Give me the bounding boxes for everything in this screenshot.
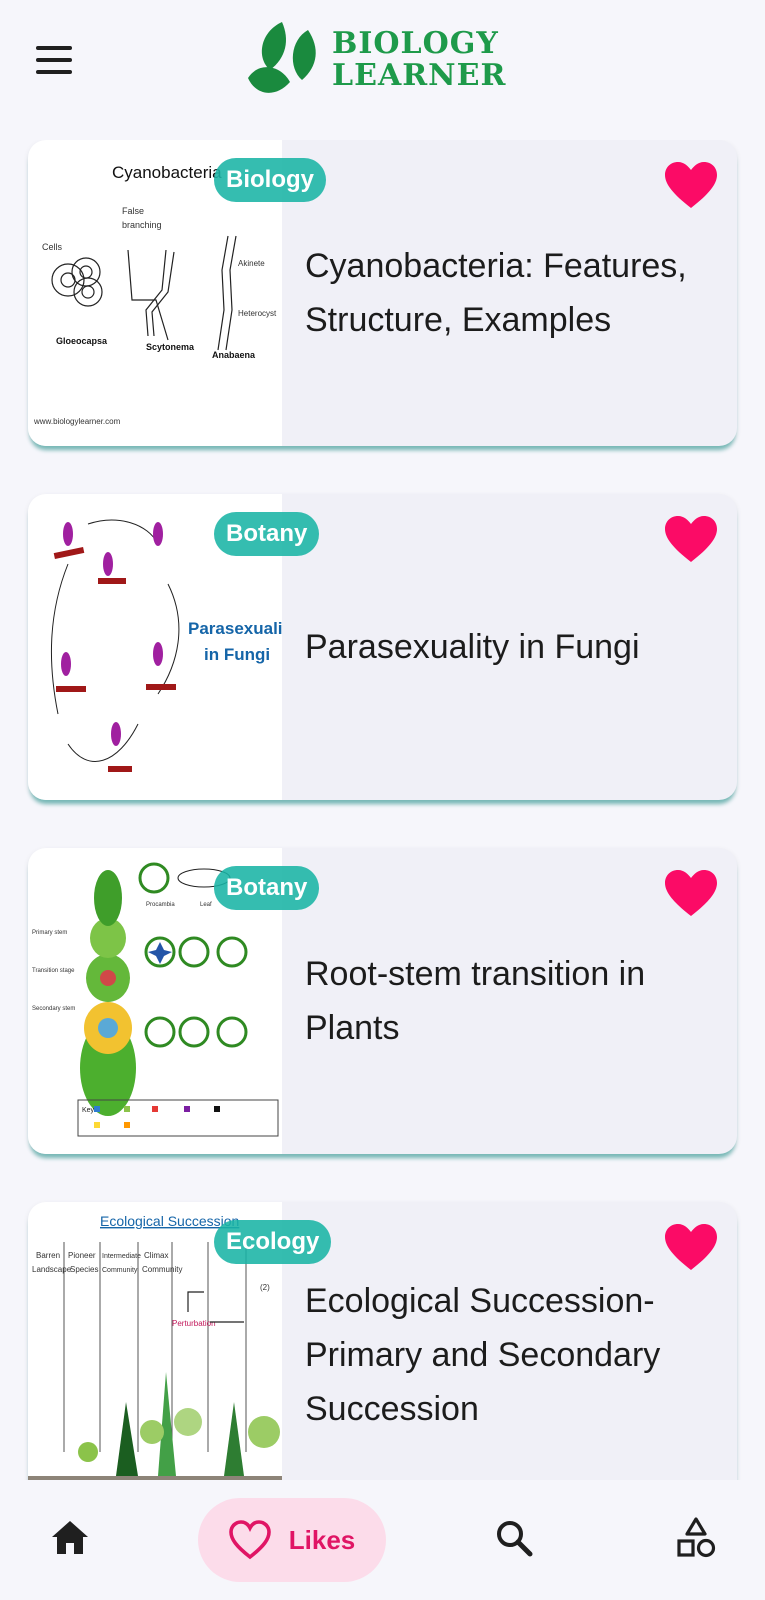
heart-outline-icon	[228, 1520, 271, 1560]
category-tag[interactable]: Botany	[214, 866, 320, 910]
svg-text:Key: Key	[82, 1107, 95, 1114]
svg-text:Heterocyst: Heterocyst	[238, 309, 277, 318]
thumb-heading-line2: in Fungi	[204, 645, 270, 664]
svg-text:Community: Community	[142, 1265, 182, 1274]
leaves-logo-icon	[248, 22, 316, 93]
menu-icon[interactable]	[36, 46, 72, 74]
svg-text:Procambia: Procambia	[146, 902, 175, 908]
svg-text:branching: branching	[122, 220, 162, 230]
category-tag[interactable]: Botany	[214, 512, 320, 556]
bottom-navigation: Likes	[0, 1480, 765, 1600]
svg-text:Scytonema: Scytonema	[146, 342, 195, 352]
search-icon[interactable]	[494, 1518, 534, 1558]
heart-filled-icon[interactable]	[665, 870, 717, 918]
svg-text:Akinete: Akinete	[238, 259, 265, 268]
svg-text:Perturbation: Perturbation	[172, 1319, 216, 1328]
svg-text:(2): (2)	[260, 1283, 270, 1292]
svg-text:Landscape: Landscape	[32, 1265, 72, 1274]
heart-filled-icon[interactable]	[665, 162, 717, 210]
svg-text:Pioneer: Pioneer	[68, 1251, 96, 1260]
svg-text:Community: Community	[102, 1267, 138, 1274]
logo-line-2: LEARNER	[332, 58, 507, 93]
svg-text:www.biologylearner.com: www.biologylearner.com	[33, 417, 121, 426]
svg-text:Barren: Barren	[36, 1251, 60, 1260]
article-card[interactable]: Ecological Succession Barren Landscape P…	[28, 1202, 737, 1480]
thumb-heading: Cyanobacteria	[112, 163, 222, 182]
nav-likes-label: Likes	[288, 1524, 356, 1555]
svg-text:Gloeocapsa: Gloeocapsa	[56, 336, 108, 346]
svg-text:Secondary stem: Secondary stem	[32, 1006, 75, 1012]
article-title[interactable]: Cyanobacteria: Features, Structure, Exam…	[305, 140, 715, 446]
heart-filled-icon[interactable]	[665, 516, 717, 564]
article-card[interactable]: Parasexuality in Fungi Botany Parasexual…	[28, 494, 737, 800]
svg-text:Leaf: Leaf	[200, 902, 212, 908]
article-title[interactable]: Root-stem transition in Plants	[305, 848, 715, 1154]
app-logo[interactable]: BIOLOGY LEARNER	[246, 18, 506, 102]
svg-text:Transition stage: Transition stage	[32, 968, 75, 974]
article-card[interactable]: Primary stem Transition stage Secondary …	[28, 848, 737, 1154]
heart-filled-icon[interactable]	[665, 1224, 717, 1272]
svg-text:Cells: Cells	[42, 242, 63, 252]
svg-text:Anabaena: Anabaena	[212, 350, 256, 360]
article-title[interactable]: Ecological Succession- Primary and Secon…	[305, 1202, 715, 1480]
article-feed[interactable]: Cyanobacteria False branching Cells Akin…	[0, 140, 765, 1480]
article-title[interactable]: Parasexuality in Fungi	[305, 494, 715, 800]
nav-likes-tab[interactable]: Likes	[198, 1498, 386, 1582]
categories-icon[interactable]	[676, 1516, 716, 1558]
svg-text:Intermediate: Intermediate	[102, 1253, 141, 1260]
app-header: BIOLOGY LEARNER	[0, 0, 765, 128]
svg-text:Climax: Climax	[144, 1251, 168, 1260]
logo-text: BIOLOGY LEARNER	[332, 28, 506, 92]
thumb-heading-line1: Parasexuality	[188, 619, 282, 638]
article-card[interactable]: Cyanobacteria False branching Cells Akin…	[28, 140, 737, 446]
home-icon[interactable]	[50, 1518, 90, 1558]
svg-text:Primary stem: Primary stem	[32, 930, 67, 936]
svg-text:Species: Species	[70, 1265, 98, 1274]
svg-text:False: False	[122, 206, 144, 216]
logo-line-1: BIOLOGY	[332, 26, 499, 61]
